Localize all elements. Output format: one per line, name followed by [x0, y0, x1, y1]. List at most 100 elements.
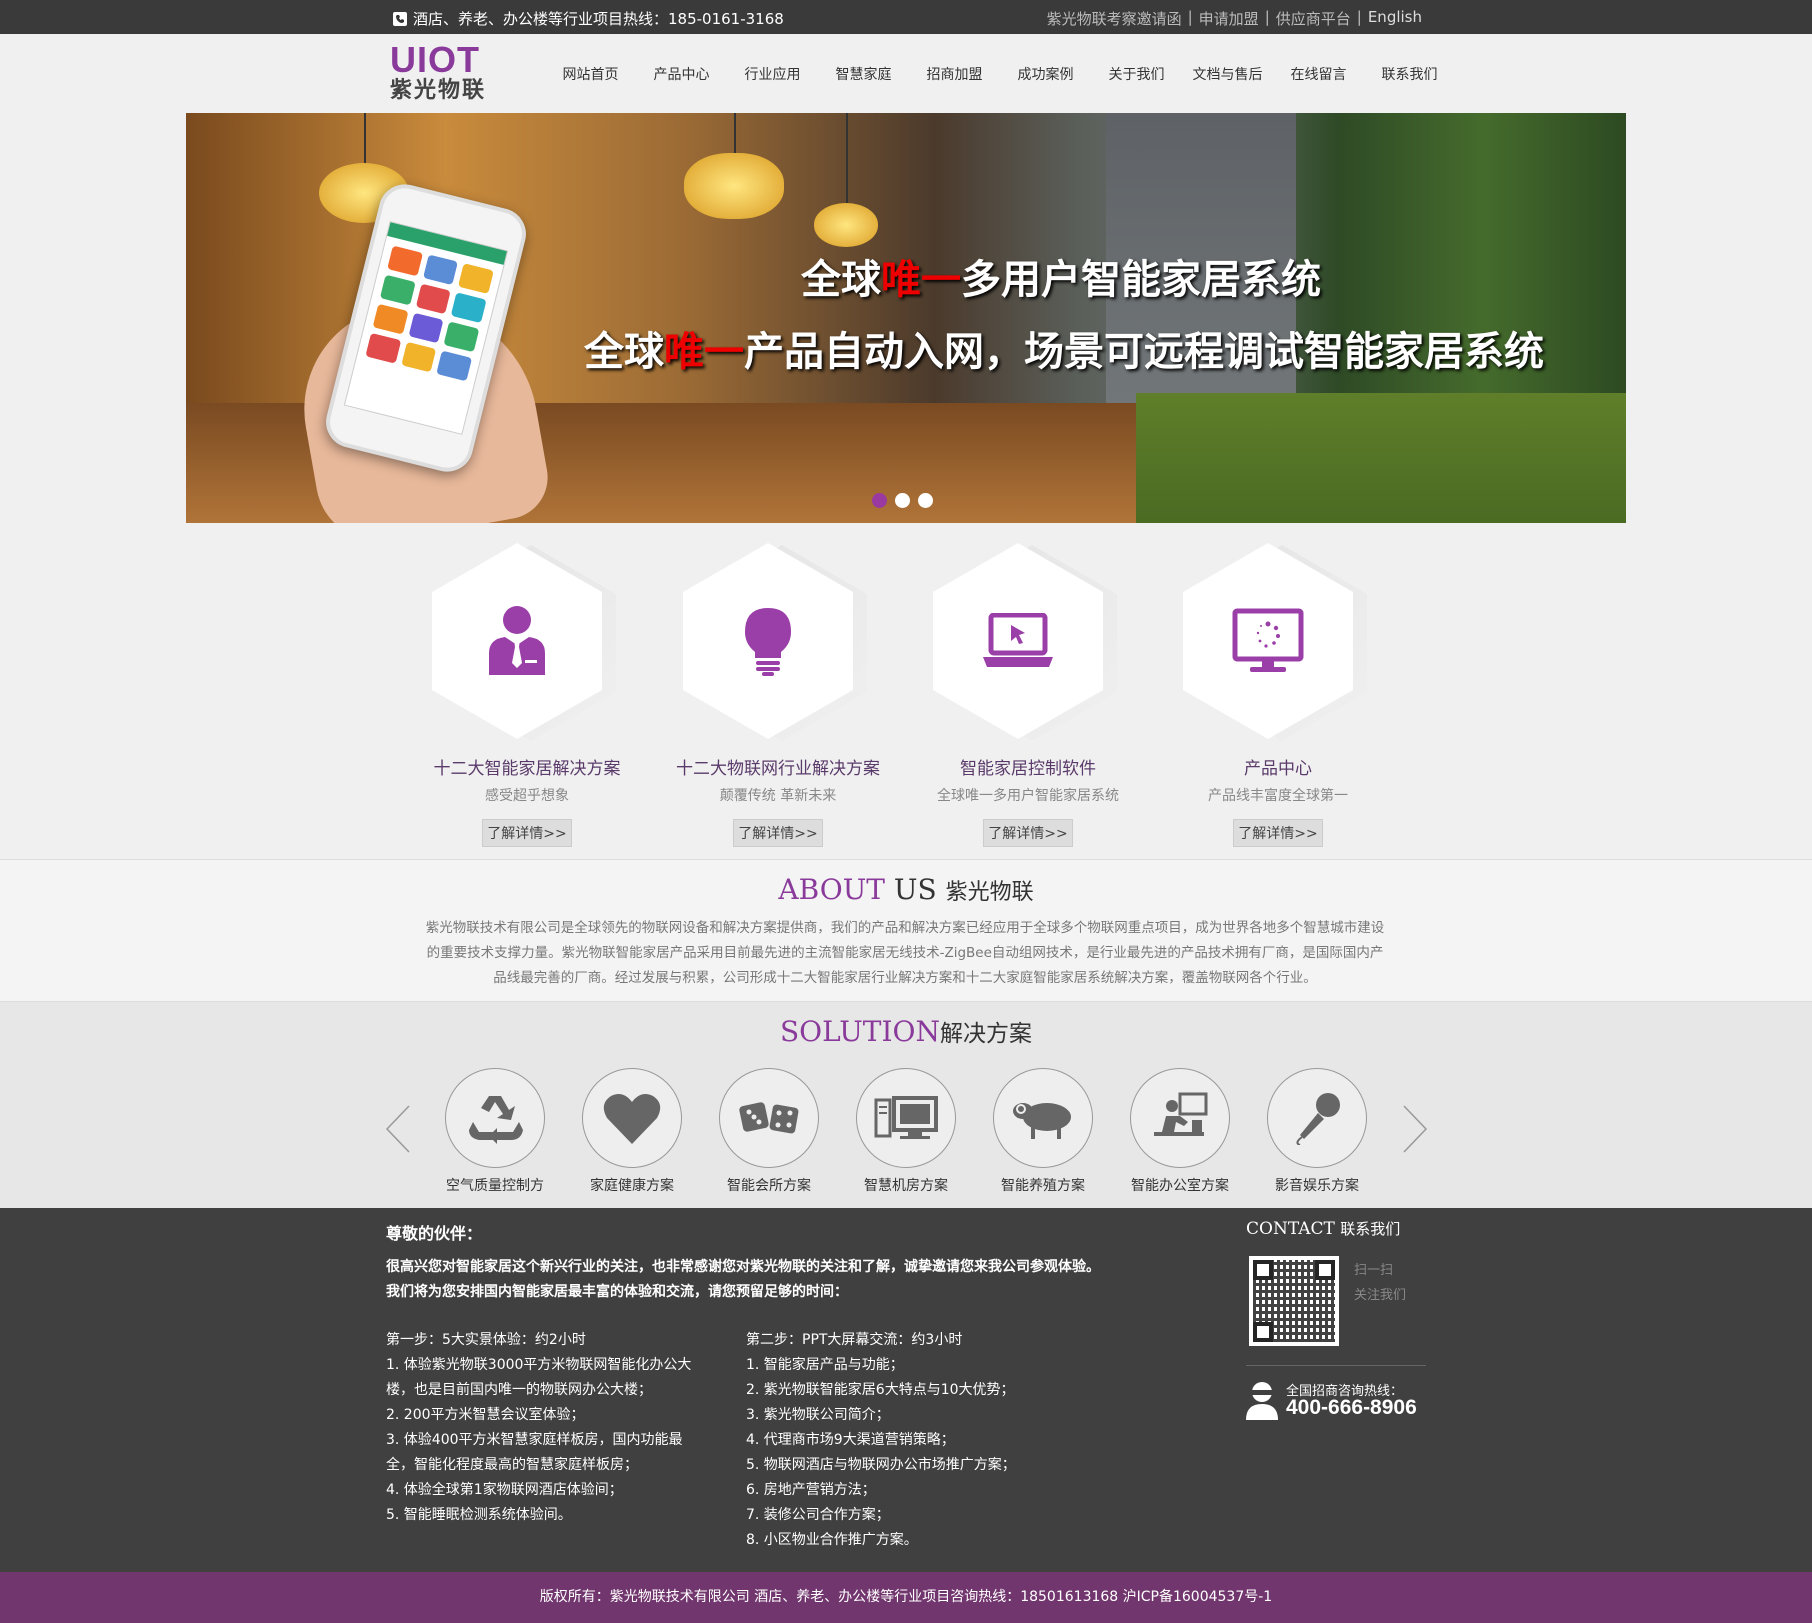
qr-caption: 扫一扫 关注我们 [1354, 1263, 1407, 1303]
next-arrow-icon[interactable] [1400, 1104, 1430, 1154]
solution-label: 空气质量控制方 [446, 1178, 544, 1194]
office-icon [1154, 1092, 1208, 1136]
hotline-number: 400-666-8906 [1286, 1396, 1417, 1419]
header: UIOT 紫光物联 网站首页 产品中心 行业应用 智慧家庭 招商加盟 成功案例 … [0, 34, 1812, 113]
logo[interactable]: UIOT 紫光物联 [390, 42, 500, 104]
solution-item[interactable]: 家庭健康方案 [562, 1068, 702, 1195]
nav-smart-home[interactable]: 智慧家庭 [818, 64, 909, 84]
feature-title: 十二大物联网行业解决方案 [676, 759, 880, 779]
feature-card: 智能家居控制软件 全球唯一多用户智能家居系统 了解详情>> [903, 543, 1153, 847]
solution-label: 智能养殖方案 [1001, 1178, 1085, 1194]
solution-label: 智慧机房方案 [864, 1178, 948, 1194]
link-franchise[interactable]: 申请加盟 [1199, 8, 1259, 29]
lamp-cord [846, 113, 848, 203]
hotline-text: 酒店、养老、办公楼等行业项目热线：185-0161-3168 [413, 10, 784, 28]
details-button[interactable]: 了解详情>> [1233, 819, 1323, 847]
solution-item[interactable]: 智慧机房方案 [836, 1068, 976, 1195]
nav-about[interactable]: 关于我们 [1091, 64, 1182, 84]
details-button[interactable]: 了解详情>> [733, 819, 823, 847]
nav-franchise[interactable]: 招商加盟 [909, 64, 1000, 84]
feature-card: 十二大物联网行业解决方案 颠覆传统 革新未来 了解详情>> [653, 543, 903, 847]
contact-heading: CONTACT 联系我们 [1246, 1219, 1401, 1239]
lightbulb-icon [745, 608, 791, 676]
copyright-bar: 版权所有：紫光物联技术有限公司 酒店、养老、办公楼等行业项目咨询热线：18501… [0, 1572, 1812, 1623]
slider-dot[interactable] [872, 493, 887, 508]
about-text: 紫光物联技术有限公司是全球领先的物联网设备和解决方案提供商，我们的产品和解决方案… [425, 920, 1385, 986]
banner-grass [1136, 393, 1626, 523]
support-agent-icon [1246, 1382, 1278, 1420]
logo-cn: 紫光物联 [390, 78, 487, 103]
feature-sub: 颠覆传统 革新未来 [719, 788, 837, 804]
solution-label: 家庭健康方案 [590, 1178, 674, 1194]
feature-sub: 感受超乎想象 [485, 788, 569, 804]
solution-item[interactable]: 空气质量控制方 [425, 1068, 565, 1195]
visit-step-2: 第二步：PPT大屏幕交流：约3小时 1. 智能家居产品与功能； 2. 紫光物联智能家… [746, 1332, 1016, 1548]
visit-step-1: 第一步：5大实景体验：约2小时 1. 体验紫光物联3000平方米物联网智能化办公大… [386, 1332, 692, 1523]
footer: 尊敬的伙伴： 很高兴您对智能家居这个新兴行业的关注，也非常感谢您对紫光物联的关注… [0, 1208, 1812, 1572]
hero-banner[interactable]: 全球唯一多用户智能家居系统 全球唯一产品自动入网，场景可远程调试智能家居系统 [186, 113, 1626, 523]
nav-docs[interactable]: 文档与售后 [1182, 64, 1273, 84]
top-bar: 酒店、养老、办公楼等行业项目热线：185-0161-3168 紫光物联考察邀请函… [0, 0, 1812, 34]
solution-item[interactable]: 影音娱乐方案 [1247, 1068, 1387, 1195]
feature-card: 产品中心 产品线丰富度全球第一 了解详情>> [1153, 543, 1403, 847]
feature-sub: 全球唯一多用户智能家居系统 [937, 788, 1119, 804]
feature-title: 十二大智能家居解决方案 [433, 759, 621, 779]
details-button[interactable]: 了解详情>> [983, 819, 1073, 847]
lamp-cord [364, 113, 366, 163]
about-section: ABOUT US 紫光物联 紫光物联技术有限公司是全球领先的物联网设备和解决方案… [0, 859, 1812, 1001]
solution-item[interactable]: 智能会所方案 [699, 1068, 839, 1195]
solution-heading: SOLUTION解决方案 [780, 1015, 1032, 1048]
hotline: 酒店、养老、办公楼等行业项目热线：185-0161-3168 [393, 8, 784, 29]
nav-home[interactable]: 网站首页 [545, 64, 636, 84]
businessman-icon [489, 606, 545, 675]
nav-cases[interactable]: 成功案例 [1000, 64, 1091, 84]
feature-sub: 产品线丰富度全球第一 [1208, 788, 1348, 804]
link-supplier[interactable]: 供应商平台 [1276, 8, 1351, 29]
slider-dots [872, 493, 933, 508]
lamp-cord [734, 113, 736, 153]
slider-dot[interactable] [895, 493, 910, 508]
feature-title: 产品中心 [1244, 759, 1312, 779]
nav-products[interactable]: 产品中心 [636, 64, 727, 84]
slider-dot[interactable] [918, 493, 933, 508]
nav-contact[interactable]: 联系我们 [1364, 64, 1455, 84]
nav-industry[interactable]: 行业应用 [727, 64, 818, 84]
solution-label: 智能会所方案 [727, 1178, 811, 1194]
main-nav: 网站首页 产品中心 行业应用 智慧家庭 招商加盟 成功案例 关于我们 文档与售后… [545, 64, 1455, 84]
separator: | [1264, 8, 1270, 26]
divider [1246, 1365, 1426, 1366]
heart-icon [603, 1094, 661, 1144]
feature-card: 十二大智能家居解决方案 感受超乎想象 了解详情>> [402, 543, 652, 847]
link-english[interactable]: English [1368, 8, 1422, 29]
solution-label: 影音娱乐方案 [1275, 1178, 1359, 1194]
dice-icon [739, 1102, 799, 1134]
link-invitation[interactable]: 紫光物联考察邀请函 [1047, 8, 1182, 29]
footer-title: 尊敬的伙伴： [386, 1224, 483, 1243]
details-button[interactable]: 了解详情>> [482, 819, 572, 847]
banner-headline-2: 全球唯一产品自动入网，场景可远程调试智能家居系统 [584, 329, 1544, 375]
top-links: 紫光物联考察邀请函 | 申请加盟 | 供应商平台 | English [1047, 8, 1422, 29]
lamp [684, 153, 784, 219]
feature-title: 智能家居控制软件 [960, 759, 1096, 779]
separator: | [1187, 8, 1193, 26]
lamp [814, 203, 878, 247]
microphone-icon [1296, 1093, 1340, 1145]
contact-hotline: 全国招商咨询热线： 400-666-8906 [1246, 1380, 1417, 1424]
laptop-icon [983, 613, 1053, 667]
sheep-icon [1013, 1103, 1071, 1139]
banner-headline-1: 全球唯一多用户智能家居系统 [801, 257, 1321, 303]
logo-en: UIOT [390, 39, 480, 80]
solution-item[interactable]: 智能办公室方案 [1110, 1068, 1250, 1195]
separator: | [1356, 8, 1362, 26]
solution-label: 智能办公室方案 [1131, 1178, 1229, 1194]
server-icon [874, 1096, 938, 1139]
solution-section: SOLUTION解决方案 空气质量控制方 家庭健康方案 智能会所方案 智慧机房方… [0, 1001, 1812, 1208]
qr-code [1249, 1256, 1339, 1346]
nav-message[interactable]: 在线留言 [1273, 64, 1364, 84]
recycle-icon [469, 1096, 523, 1144]
phone-icon [393, 11, 407, 26]
monitor-icon [1232, 608, 1304, 672]
footer-intro: 很高兴您对智能家居这个新兴行业的关注，也非常感谢您对紫光物联的关注和了解，诚挚邀… [386, 1259, 1100, 1300]
prev-arrow-icon[interactable] [383, 1104, 413, 1154]
solution-item[interactable]: 智能养殖方案 [973, 1068, 1113, 1195]
